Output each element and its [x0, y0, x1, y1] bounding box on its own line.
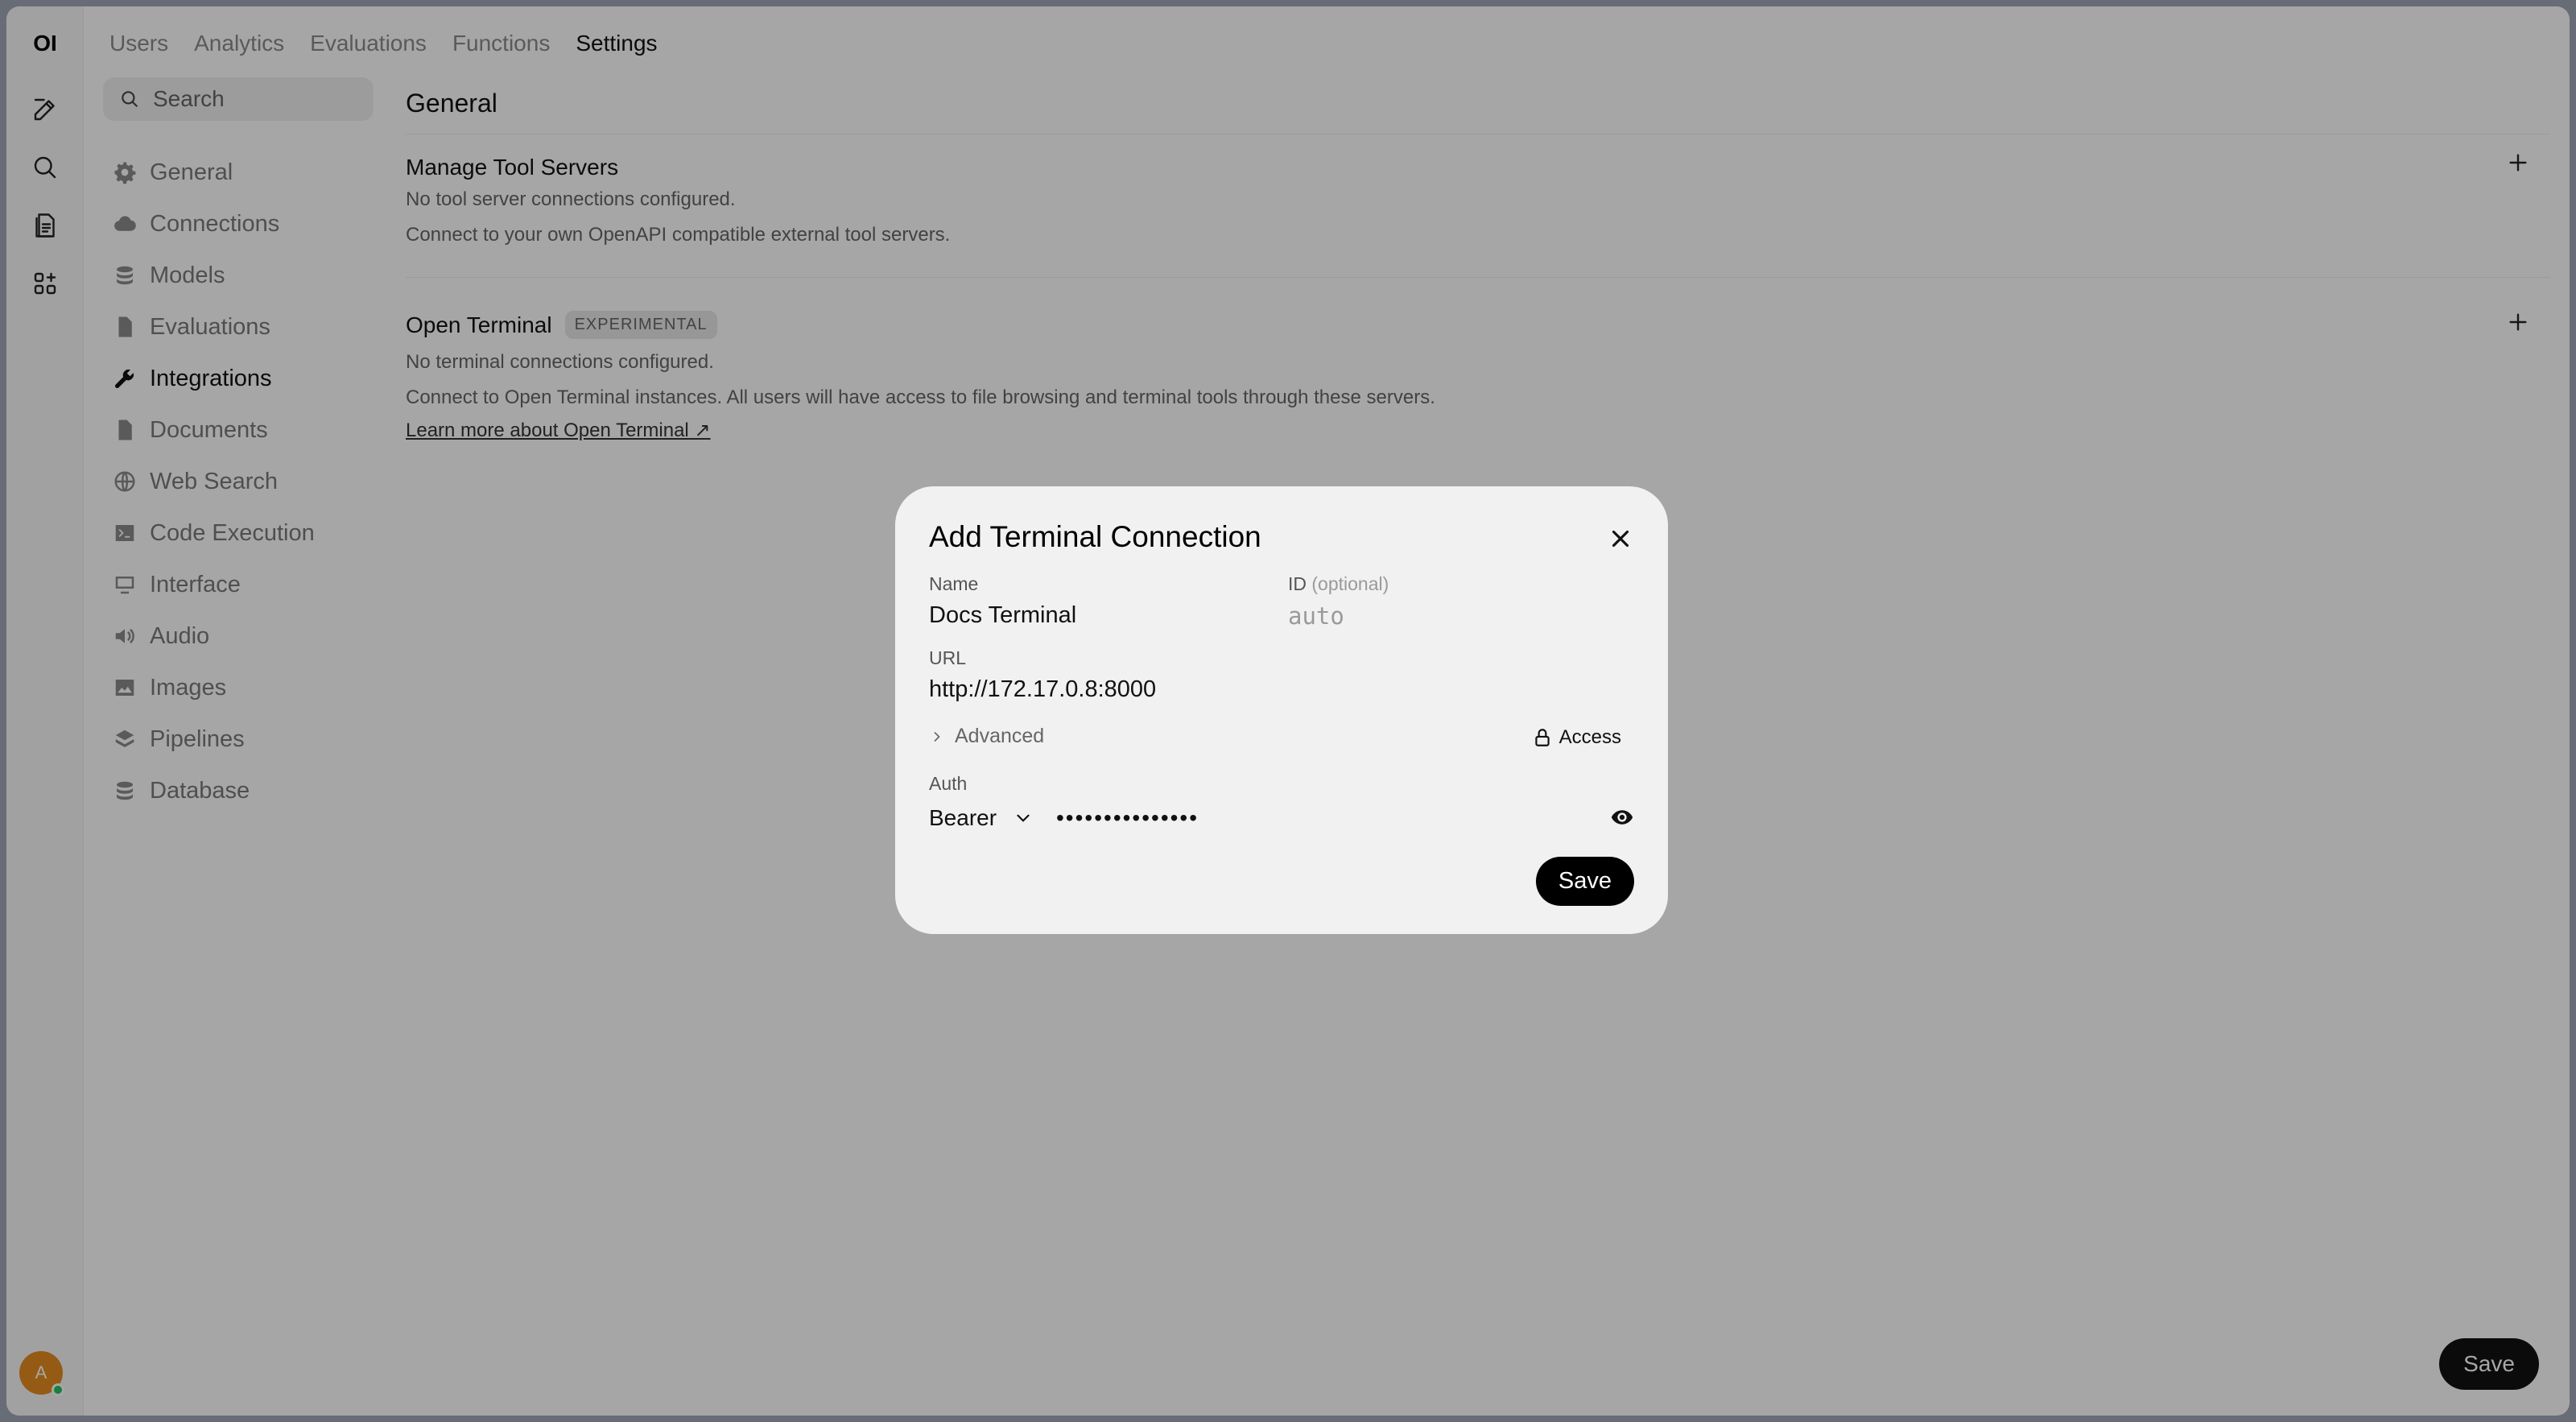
- name-label: Name: [929, 573, 979, 594]
- close-icon: [1612, 530, 1629, 548]
- name-field[interactable]: [929, 602, 1251, 629]
- id-field[interactable]: [1288, 602, 1626, 630]
- access-button[interactable]: Access: [1532, 726, 1621, 749]
- chevron-right-icon: [934, 731, 940, 742]
- eye-icon: [1611, 810, 1633, 825]
- url-label: URL: [929, 647, 967, 668]
- access-label: Access: [1558, 726, 1621, 748]
- advanced-label: Advanced: [955, 725, 1045, 747]
- auth-type-select[interactable]: Bearer: [929, 805, 1034, 831]
- auth-type-value: Bearer: [929, 805, 997, 830]
- show-password-button[interactable]: [1610, 805, 1634, 829]
- modal-save-button[interactable]: Save: [1535, 857, 1634, 906]
- lock-icon: [1534, 729, 1550, 746]
- id-optional-hint: (optional): [1311, 573, 1389, 594]
- advanced-toggle[interactable]: Advanced: [929, 725, 1044, 748]
- auth-label: Auth: [929, 773, 968, 794]
- add-terminal-connection-modal: Add Terminal Connection Name ID (optiona…: [895, 486, 1668, 934]
- id-label: ID (optional): [1288, 573, 1389, 595]
- url-field[interactable]: [929, 676, 1621, 703]
- close-button[interactable]: [1607, 525, 1634, 552]
- chevron-down-icon: [1017, 814, 1030, 822]
- auth-token-field[interactable]: •••••••••••••••: [1056, 805, 1199, 831]
- modal-title: Add Terminal Connection: [929, 520, 1261, 553]
- id-label-text: ID: [1288, 573, 1307, 594]
